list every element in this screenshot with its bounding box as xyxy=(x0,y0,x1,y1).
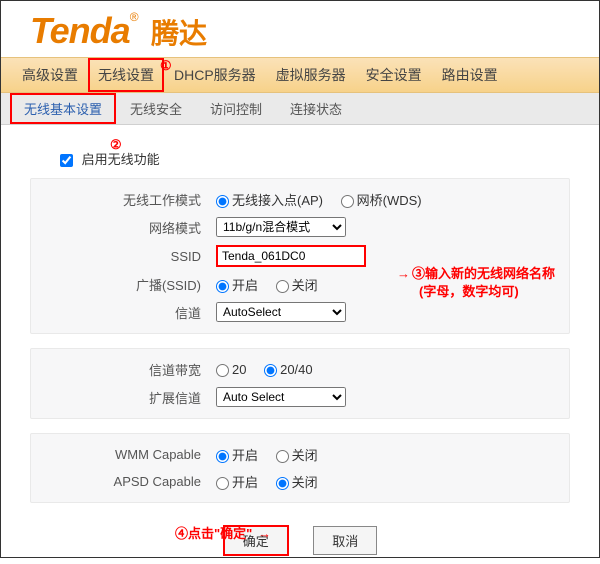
work-mode-label: 无线工作模式 xyxy=(31,190,216,209)
broadcast-off[interactable]: 关闭 xyxy=(276,278,318,293)
nav-sub-status[interactable]: 连接状态 xyxy=(276,93,356,124)
logo-brand: Tenda xyxy=(30,10,130,51)
ssid-input[interactable] xyxy=(216,245,366,267)
wmm-on[interactable]: 开启 xyxy=(216,448,258,463)
apsd-on[interactable]: 开启 xyxy=(216,475,258,490)
nav-main: 高级设置 无线设置 DHCP服务器 虚拟服务器 安全设置 路由设置 xyxy=(0,57,600,93)
button-row: 确定 取消 xyxy=(30,517,570,564)
arrow-icon: → xyxy=(258,526,271,541)
nav-main-dhcp[interactable]: DHCP服务器 xyxy=(164,58,266,92)
bw-2040[interactable]: 20/40 xyxy=(264,362,313,377)
cancel-button[interactable]: 取消 xyxy=(313,526,377,555)
section-basic: 无线工作模式 无线接入点(AP) 网桥(WDS) 网络模式 11b/g/n混合模… xyxy=(30,178,570,334)
bandwidth-label: 信道带宽 xyxy=(31,360,216,379)
channel-label: 信道 xyxy=(31,303,216,322)
nav-main-security[interactable]: 安全设置 xyxy=(356,58,432,92)
content: 启用无线功能 无线工作模式 无线接入点(AP) 网桥(WDS) 网络模式 11b… xyxy=(0,125,600,564)
apsd-label: APSD Capable xyxy=(31,474,216,489)
callout-1: ① xyxy=(160,58,172,74)
nav-sub-access[interactable]: 访问控制 xyxy=(196,93,276,124)
bw-20[interactable]: 20 xyxy=(216,362,246,377)
wmm-label: WMM Capable xyxy=(31,447,216,462)
enable-wireless-checkbox[interactable] xyxy=(60,154,73,167)
nav-main-virtual[interactable]: 虚拟服务器 xyxy=(266,58,356,92)
ext-channel-select[interactable]: Auto Select xyxy=(216,387,346,407)
nav-main-advanced[interactable]: 高级设置 xyxy=(12,58,88,92)
logo-cn: 腾达 xyxy=(151,18,207,49)
arrow-icon: → xyxy=(397,266,410,281)
section-wmm: WMM Capable 开启 关闭 APSD Capable 开启 关闭 xyxy=(30,433,570,503)
nav-sub-security[interactable]: 无线安全 xyxy=(116,93,196,124)
broadcast-label: 广播(SSID) xyxy=(31,275,216,294)
channel-select[interactable]: AutoSelect xyxy=(216,302,346,322)
work-mode-wds[interactable]: 网桥(WDS) xyxy=(341,193,422,208)
ssid-label: SSID xyxy=(31,249,216,264)
net-mode-label: 网络模式 xyxy=(31,218,216,237)
nav-sub-basic[interactable]: 无线基本设置 xyxy=(10,93,116,124)
logo-reg: ® xyxy=(130,10,139,24)
apsd-off[interactable]: 关闭 xyxy=(276,475,318,490)
broadcast-on[interactable]: 开启 xyxy=(216,278,258,293)
work-mode-ap[interactable]: 无线接入点(AP) xyxy=(216,193,323,208)
net-mode-select[interactable]: 11b/g/n混合模式 xyxy=(216,217,346,237)
callout-4: ④点击"确定" → xyxy=(175,523,273,542)
enable-wireless-label: 启用无线功能 xyxy=(82,152,160,167)
nav-sub: 无线基本设置 无线安全 访问控制 连接状态 xyxy=(0,93,600,125)
callout-2: ② xyxy=(110,137,122,153)
section-channel: 信道带宽 20 20/40 扩展信道 Auto Select xyxy=(30,348,570,419)
enable-wireless-row: 启用无线功能 xyxy=(60,149,570,168)
nav-main-routing[interactable]: 路由设置 xyxy=(432,58,508,92)
wmm-off[interactable]: 关闭 xyxy=(276,448,318,463)
nav-main-wireless[interactable]: 无线设置 xyxy=(88,58,164,92)
logo-area: Tenda® 腾达 xyxy=(0,0,600,57)
callout-3: →③输入新的无线网络名称 (字母，数字均可) xyxy=(395,265,555,301)
ext-channel-label: 扩展信道 xyxy=(31,388,216,407)
